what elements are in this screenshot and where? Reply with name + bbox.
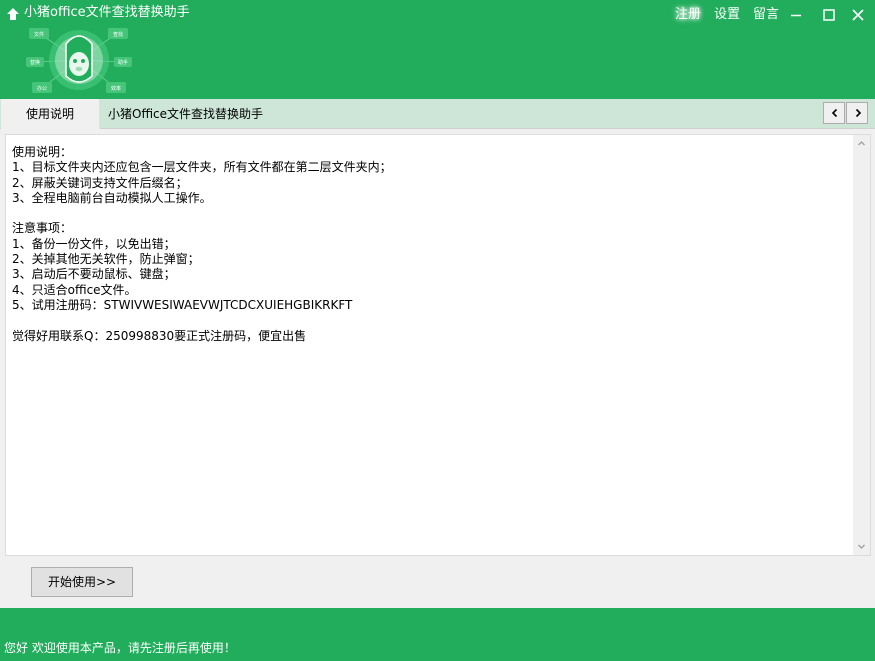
instruction-line: 2、屏蔽关键词支持文件后缀名； <box>12 175 188 190</box>
header-bar: 小猪office文件查找替换助手 注册 设置 留言 文件 查找 替换 助手 办公… <box>0 0 875 100</box>
minimize-button[interactable] <box>787 6 805 24</box>
instruction-line: 4、只适合office文件。 <box>12 282 137 297</box>
window-title: 小猪office文件查找替换助手 <box>24 5 190 20</box>
svg-text:查找: 查找 <box>113 31 123 38</box>
instruction-line <box>12 313 848 328</box>
close-button[interactable] <box>849 6 867 24</box>
close-icon <box>852 9 864 21</box>
svg-text:文件: 文件 <box>34 31 44 38</box>
svg-text:效率: 效率 <box>111 85 121 92</box>
instruction-line: 1、目标文件夹内还应包含一层文件夹，所有文件都在第二层文件夹内； <box>12 160 392 175</box>
main-panel: 使用说明： 1、目标文件夹内还应包含一层文件夹，所有文件都在第二层文件夹内； 2… <box>0 129 875 608</box>
instruction-line: 1、备份一份文件，以免出错； <box>12 236 176 251</box>
instruction-line: 2、关掉其他无关软件，防止弹窗； <box>12 252 200 267</box>
status-text: 您好 欢迎使用本产品，请先注册后再使用！ <box>4 641 236 655</box>
message-link[interactable]: 留言 <box>753 6 779 24</box>
settings-link[interactable]: 设置 <box>714 6 740 24</box>
vertical-scrollbar[interactable] <box>853 135 870 555</box>
svg-text:替换: 替换 <box>30 59 40 66</box>
scroll-down-icon[interactable] <box>857 542 866 551</box>
maximize-icon <box>823 9 835 21</box>
svg-text:办公: 办公 <box>37 85 47 92</box>
tab-instructions[interactable]: 使用说明 <box>1 99 100 129</box>
instruction-line: 5、试用注册码：STWIVWESIWAEVWJTCDCXUIEHGBIKRKFT <box>12 297 353 312</box>
instructions-textbox[interactable]: 使用说明： 1、目标文件夹内还应包含一层文件夹，所有文件都在第二层文件夹内； 2… <box>5 134 871 556</box>
pig-mascot-logo: 文件 查找 替换 助手 办公 效率 <box>26 28 132 93</box>
svg-text:助手: 助手 <box>118 59 128 66</box>
app-icon <box>7 8 19 20</box>
instruction-line: 觉得好用联系Q：250998830要正式注册码，便宜出售 <box>12 328 307 343</box>
instruction-line: 3、启动后不要动鼠标、键盘； <box>12 267 176 282</box>
chevron-right-icon <box>855 108 862 118</box>
instructions-text: 使用说明： 1、目标文件夹内还应包含一层文件夹，所有文件都在第二层文件夹内； 2… <box>12 145 848 344</box>
tab-main-tool[interactable]: 小猪Office文件查找替换助手 <box>108 99 263 129</box>
tab-prev-button[interactable] <box>823 102 845 124</box>
instruction-line: 使用说明： <box>12 145 73 159</box>
tab-strip: 使用说明 小猪Office文件查找替换助手 <box>0 99 875 129</box>
status-bar: 您好 欢迎使用本产品，请先注册后再使用！ <box>0 608 875 661</box>
tab-next-button[interactable] <box>846 102 868 124</box>
start-button[interactable]: 开始使用>> <box>31 567 133 597</box>
maximize-button[interactable] <box>820 6 838 24</box>
instruction-line <box>12 206 848 221</box>
chevron-left-icon <box>831 108 838 118</box>
scroll-up-icon[interactable] <box>857 139 866 148</box>
instruction-line: 3、全程电脑前台自动模拟人工操作。 <box>12 190 212 205</box>
instruction-line: 注意事项： <box>12 221 73 236</box>
register-link[interactable]: 注册 <box>675 6 701 24</box>
minimize-icon <box>791 14 801 17</box>
